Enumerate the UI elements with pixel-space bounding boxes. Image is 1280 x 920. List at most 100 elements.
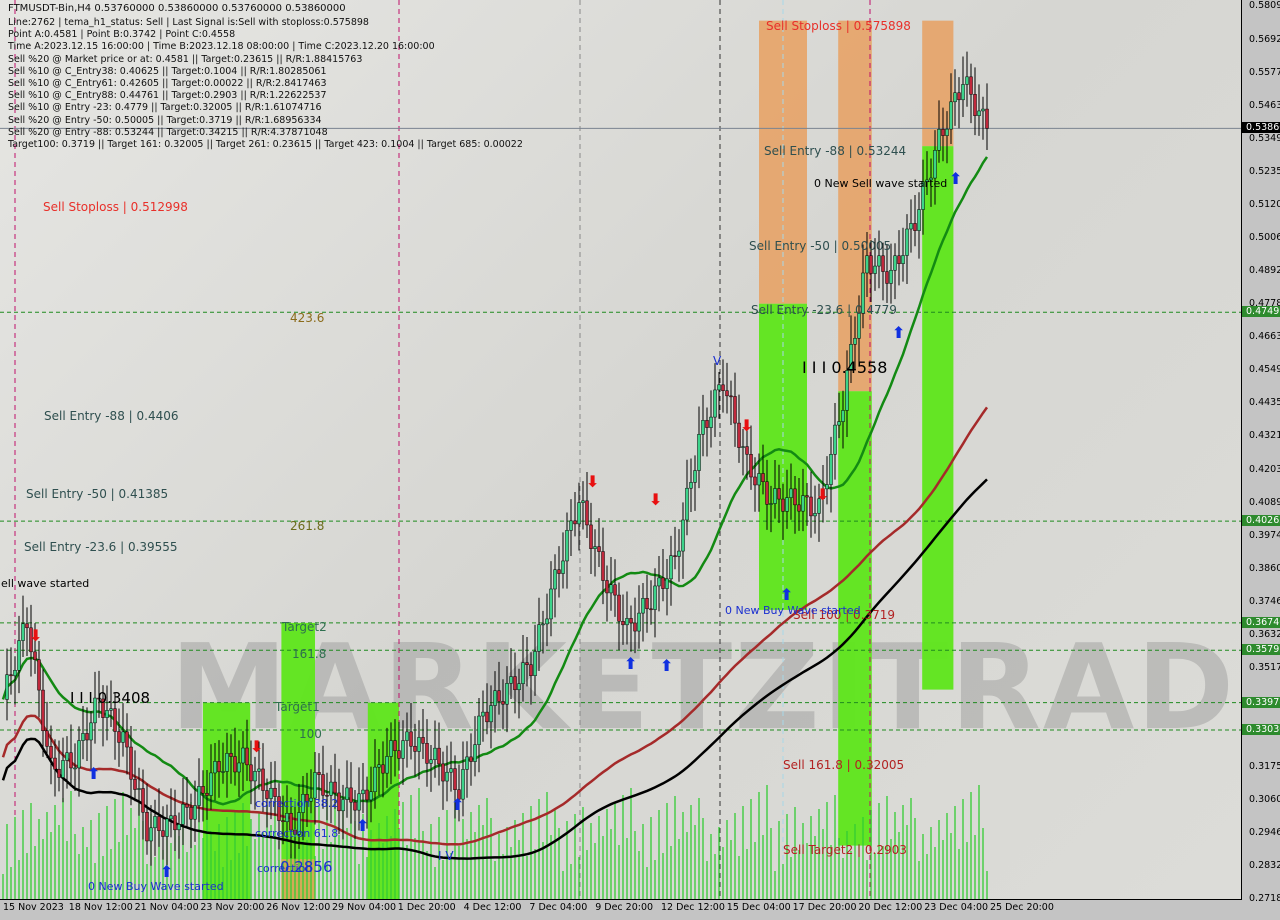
candle-body bbox=[617, 594, 621, 622]
y-tick-label: 0.38606 bbox=[1249, 562, 1280, 574]
candle-body bbox=[685, 487, 689, 521]
candle-body bbox=[177, 824, 181, 831]
y-tick-label: 0.43210 bbox=[1249, 430, 1280, 441]
candle-body bbox=[381, 764, 385, 774]
candle-body bbox=[857, 313, 861, 339]
candle-body bbox=[17, 640, 21, 671]
x-tick-label: 12 Dec 12:00 bbox=[661, 902, 725, 913]
sell-stoploss-left-label: Sell Stoploss | 0.512998 bbox=[43, 200, 188, 214]
buy-arrow-icon: ⬆ bbox=[892, 323, 906, 342]
price-highlight-label: 0.35792 bbox=[1242, 644, 1280, 656]
price-highlight-label: 0.33030 bbox=[1242, 724, 1280, 736]
candle-body bbox=[621, 621, 625, 626]
sell-wave-left-label: ell wave started bbox=[1, 577, 90, 590]
candle-body bbox=[441, 763, 445, 782]
candle-body bbox=[273, 787, 277, 797]
candle-body bbox=[233, 756, 237, 773]
sell-arrow-icon: ⬇ bbox=[29, 626, 43, 645]
candle-body bbox=[361, 789, 365, 795]
sell-entry-236-left-label: Sell Entry -23.6 | 0.39555 bbox=[24, 540, 178, 554]
candle-body bbox=[53, 757, 57, 770]
candle-body bbox=[385, 756, 389, 774]
candle-body bbox=[733, 396, 737, 424]
candle-body bbox=[281, 820, 285, 823]
candle-body bbox=[681, 519, 685, 552]
point-3408-label: I I I 0.3408 bbox=[70, 689, 151, 707]
candle-body bbox=[869, 255, 873, 274]
x-tick-label: 18 Nov 12:00 bbox=[68, 902, 133, 913]
candle-body bbox=[89, 722, 93, 741]
chart-window: MARKETZITRADE FTMUSDT-Bin,H4 0.53760000 … bbox=[0, 0, 1280, 920]
y-tick-label: 0.53492 bbox=[1249, 133, 1280, 144]
candle-body bbox=[473, 744, 477, 762]
wave-iv-label: I V bbox=[438, 849, 454, 863]
candle-body bbox=[413, 745, 417, 752]
candle-body bbox=[377, 764, 381, 768]
candle-body bbox=[21, 623, 25, 641]
candle-body bbox=[605, 580, 609, 594]
sell-arrow-icon: ⬇ bbox=[250, 737, 264, 756]
candle-body bbox=[77, 740, 81, 769]
candle-body bbox=[517, 683, 521, 691]
sell-entry-88-label: Sell Entry -88 | 0.53244 bbox=[764, 144, 907, 158]
candle-body bbox=[389, 740, 393, 757]
candle-body bbox=[165, 818, 169, 837]
info-line: Sell %20 @ Market price or at: 0.4581 ||… bbox=[8, 53, 363, 65]
x-tick-label: 25 Dec 20:00 bbox=[990, 902, 1054, 913]
candle-body bbox=[569, 520, 573, 531]
candle-body bbox=[761, 473, 765, 482]
zone-green bbox=[759, 303, 807, 610]
candle-body bbox=[57, 768, 61, 778]
price-highlight-label: 0.53860 bbox=[1242, 122, 1280, 134]
y-tick-label: 0.39748 bbox=[1249, 530, 1280, 541]
candle-body bbox=[941, 128, 945, 136]
candle-body bbox=[645, 598, 649, 610]
candle-body bbox=[609, 584, 613, 594]
correction-value-label: 0.2856 bbox=[280, 858, 333, 876]
candle-body bbox=[129, 746, 133, 780]
x-tick-label: 20 Dec 12:00 bbox=[858, 902, 923, 913]
target2-label: Target2 bbox=[282, 620, 327, 634]
candle-body bbox=[725, 390, 729, 397]
info-line: Time A:2023.12.15 16:00:00 | Time B:2023… bbox=[8, 41, 435, 53]
candle-body bbox=[909, 223, 913, 230]
x-tick-label: 29 Nov 04:00 bbox=[332, 902, 397, 913]
candle-body bbox=[933, 150, 937, 179]
x-tick-label: 23 Dec 04:00 bbox=[924, 902, 989, 913]
buy-arrow-icon: ⬆ bbox=[87, 764, 101, 783]
x-tick-label: 15 Nov 2023 bbox=[3, 902, 64, 913]
candle-body bbox=[345, 787, 349, 800]
price-highlight-label: 0.36740 bbox=[1242, 616, 1280, 628]
price-highlight-label: 0.47495 bbox=[1242, 306, 1280, 318]
candle-body bbox=[937, 128, 941, 151]
candle-body bbox=[193, 805, 197, 820]
info-line: Line:2762 | tema_h1_status: Sell | Last … bbox=[8, 17, 369, 28]
sell-target2-label: Sell Target2 | 0.2903 bbox=[783, 843, 907, 857]
candle-body bbox=[573, 520, 577, 525]
candle-body bbox=[113, 708, 117, 732]
candle-body bbox=[105, 710, 109, 718]
candle-body bbox=[81, 733, 85, 741]
candle-body bbox=[425, 743, 429, 764]
buy-arrow-icon: ⬆ bbox=[160, 862, 174, 881]
info-line: Sell %20 @ Entry -88: 0.53244 || Target:… bbox=[8, 126, 328, 138]
candle-body bbox=[713, 389, 717, 418]
sell-arrow-icon: ⬇ bbox=[816, 485, 830, 504]
candle-body bbox=[49, 746, 53, 759]
sell-arrow-icon: ⬇ bbox=[586, 472, 600, 491]
x-tick-label: 23 Nov 20:00 bbox=[200, 902, 265, 913]
candle-body bbox=[721, 384, 725, 391]
candle-body bbox=[489, 705, 493, 723]
sell-stoploss-label: Sell Stoploss | 0.575898 bbox=[766, 19, 911, 33]
fib-1618-label: 161.8 bbox=[292, 647, 327, 661]
candle-body bbox=[633, 622, 637, 632]
candle-body bbox=[13, 670, 17, 677]
candle-body bbox=[173, 815, 177, 831]
candle-body bbox=[789, 488, 793, 498]
candle-body bbox=[481, 711, 485, 717]
candle-body bbox=[653, 585, 657, 610]
candle-body bbox=[873, 265, 877, 274]
price-chart[interactable]: MARKETZITRADE FTMUSDT-Bin,H4 0.53760000 … bbox=[0, 0, 1242, 900]
candle-body bbox=[913, 223, 917, 231]
x-tick-label: 9 Dec 20:00 bbox=[595, 902, 654, 913]
